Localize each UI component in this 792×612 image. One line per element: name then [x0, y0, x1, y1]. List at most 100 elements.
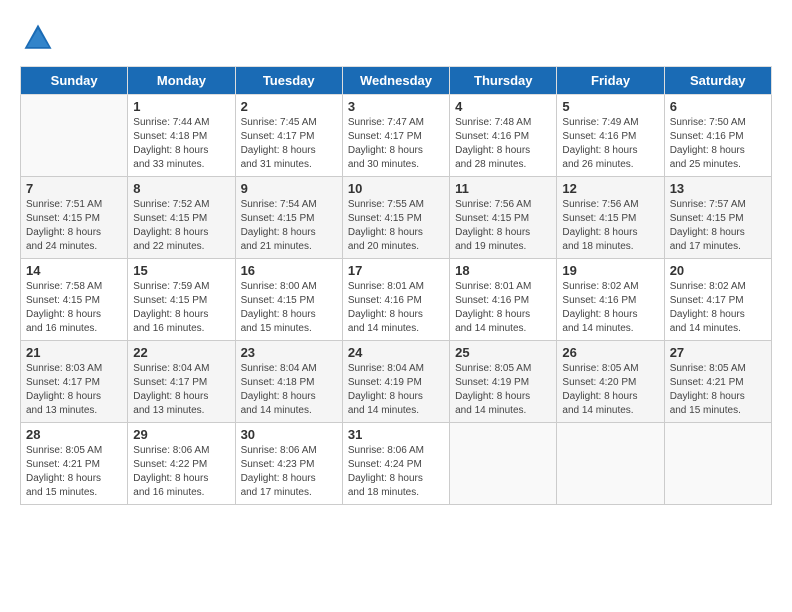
- day-number: 23: [241, 345, 337, 360]
- calendar-cell: 16Sunrise: 8:00 AM Sunset: 4:15 PM Dayli…: [235, 259, 342, 341]
- calendar-week-row: 28 Sunrise: 8:05 AM Sunset: 4:21 PM Dayli…: [21, 423, 772, 505]
- weekday-header-saturday: Saturday: [664, 67, 771, 95]
- day-number: 10: [348, 181, 444, 196]
- day-info: Sunrise: 8:06 AM Sunset: 4:24 PM Dayligh…: [348, 444, 444, 500]
- day-info: Sunrise: 8:05 AM Sunset: 4:21 PM Dayligh…: [26, 444, 122, 500]
- day-info: Sunrise: 7:56 AM Sunset: 4:15 PM Dayligh…: [562, 198, 658, 254]
- day-number: 14: [26, 263, 122, 278]
- calendar-cell: 2 Sunrise: 7:45 AM Sunset: 4:17 PM Daylig…: [235, 95, 342, 177]
- day-number: 13: [670, 181, 766, 196]
- day-number: 30: [241, 427, 337, 442]
- day-info: Sunrise: 7:48 AM Sunset: 4:16 PM Dayligh…: [455, 116, 551, 172]
- day-info: Sunrise: 7:55 AM Sunset: 4:15 PM Dayligh…: [348, 198, 444, 254]
- weekday-header-friday: Friday: [557, 67, 664, 95]
- day-info: Sunrise: 7:44 AM Sunset: 4:18 PM Dayligh…: [133, 116, 229, 172]
- day-info: Sunrise: 8:02 AM Sunset: 4:16 PM Dayligh…: [562, 280, 658, 336]
- day-info: Sunrise: 8:05 AM Sunset: 4:21 PM Dayligh…: [670, 362, 766, 418]
- day-info: Sunrise: 8:05 AM Sunset: 4:19 PM Dayligh…: [455, 362, 551, 418]
- day-info: Sunrise: 7:58 AM Sunset: 4:15 PM Dayligh…: [26, 280, 122, 336]
- day-number: 28: [26, 427, 122, 442]
- weekday-header-row: SundayMondayTuesdayWednesdayThursdayFrid…: [21, 67, 772, 95]
- calendar-cell: [450, 423, 557, 505]
- day-number: 4: [455, 99, 551, 114]
- day-number: 5: [562, 99, 658, 114]
- calendar-cell: 22Sunrise: 8:04 AM Sunset: 4:17 PM Dayli…: [128, 341, 235, 423]
- calendar-cell: 19 Sunrise: 8:02 AM Sunset: 4:16 PM Dayli…: [557, 259, 664, 341]
- day-number: 29: [133, 427, 229, 442]
- day-number: 24: [348, 345, 444, 360]
- day-info: Sunrise: 8:01 AM Sunset: 4:16 PM Dayligh…: [348, 280, 444, 336]
- weekday-header-sunday: Sunday: [21, 67, 128, 95]
- day-number: 20: [670, 263, 766, 278]
- calendar-cell: 28 Sunrise: 8:05 AM Sunset: 4:21 PM Dayli…: [21, 423, 128, 505]
- day-info: Sunrise: 7:47 AM Sunset: 4:17 PM Dayligh…: [348, 116, 444, 172]
- calendar-cell: 30 Sunrise: 8:06 AM Sunset: 4:23 PM Dayli…: [235, 423, 342, 505]
- calendar-cell: 5 Sunrise: 7:49 AM Sunset: 4:16 PM Daylig…: [557, 95, 664, 177]
- weekday-header-thursday: Thursday: [450, 67, 557, 95]
- day-number: 2: [241, 99, 337, 114]
- calendar-table: SundayMondayTuesdayWednesdayThursdayFrid…: [20, 66, 772, 505]
- calendar-cell: 26 Sunrise: 8:05 AM Sunset: 4:20 PM Dayli…: [557, 341, 664, 423]
- day-number: 25: [455, 345, 551, 360]
- day-info: Sunrise: 8:02 AM Sunset: 4:17 PM Dayligh…: [670, 280, 766, 336]
- day-info: Sunrise: 8:06 AM Sunset: 4:22 PM Dayligh…: [133, 444, 229, 500]
- calendar-cell: 31 Sunrise: 8:06 AM Sunset: 4:24 PM Dayli…: [342, 423, 449, 505]
- calendar-cell: 9Sunrise: 7:54 AM Sunset: 4:15 PM Daylig…: [235, 177, 342, 259]
- day-info: Sunrise: 7:49 AM Sunset: 4:16 PM Dayligh…: [562, 116, 658, 172]
- day-number: 7: [26, 181, 122, 196]
- calendar-cell: 3 Sunrise: 7:47 AM Sunset: 4:17 PM Daylig…: [342, 95, 449, 177]
- day-info: Sunrise: 7:56 AM Sunset: 4:15 PM Dayligh…: [455, 198, 551, 254]
- day-number: 17: [348, 263, 444, 278]
- calendar-cell: 1 Sunrise: 7:44 AM Sunset: 4:18 PM Daylig…: [128, 95, 235, 177]
- calendar-cell: 24 Sunrise: 8:04 AM Sunset: 4:19 PM Dayli…: [342, 341, 449, 423]
- day-info: Sunrise: 7:45 AM Sunset: 4:17 PM Dayligh…: [241, 116, 337, 172]
- calendar-cell: 27 Sunrise: 8:05 AM Sunset: 4:21 PM Dayli…: [664, 341, 771, 423]
- day-number: 11: [455, 181, 551, 196]
- calendar-cell: 7 Sunrise: 7:51 AM Sunset: 4:15 PM Daylig…: [21, 177, 128, 259]
- day-number: 16: [241, 263, 337, 278]
- calendar-cell: 18 Sunrise: 8:01 AM Sunset: 4:16 PM Dayli…: [450, 259, 557, 341]
- day-number: 6: [670, 99, 766, 114]
- day-info: Sunrise: 7:57 AM Sunset: 4:15 PM Dayligh…: [670, 198, 766, 254]
- day-number: 18: [455, 263, 551, 278]
- day-info: Sunrise: 8:01 AM Sunset: 4:16 PM Dayligh…: [455, 280, 551, 336]
- day-number: 15: [133, 263, 229, 278]
- weekday-header-wednesday: Wednesday: [342, 67, 449, 95]
- calendar-header: [20, 20, 772, 56]
- day-info: Sunrise: 8:04 AM Sunset: 4:18 PM Dayligh…: [241, 362, 337, 418]
- day-number: 9: [241, 181, 337, 196]
- day-number: 8: [133, 181, 229, 196]
- weekday-header-monday: Monday: [128, 67, 235, 95]
- calendar-cell: 13 Sunrise: 7:57 AM Sunset: 4:15 PM Dayli…: [664, 177, 771, 259]
- calendar-week-row: 1 Sunrise: 7:44 AM Sunset: 4:18 PM Daylig…: [21, 95, 772, 177]
- day-info: Sunrise: 8:04 AM Sunset: 4:19 PM Dayligh…: [348, 362, 444, 418]
- calendar-cell: 12 Sunrise: 7:56 AM Sunset: 4:15 PM Dayli…: [557, 177, 664, 259]
- day-number: 31: [348, 427, 444, 442]
- calendar-cell: 15 Sunrise: 7:59 AM Sunset: 4:15 PM Dayli…: [128, 259, 235, 341]
- calendar-cell: 8 Sunrise: 7:52 AM Sunset: 4:15 PM Daylig…: [128, 177, 235, 259]
- day-number: 27: [670, 345, 766, 360]
- logo: [20, 20, 62, 56]
- day-info: Sunrise: 8:05 AM Sunset: 4:20 PM Dayligh…: [562, 362, 658, 418]
- calendar-cell: [557, 423, 664, 505]
- calendar-week-row: 7 Sunrise: 7:51 AM Sunset: 4:15 PM Daylig…: [21, 177, 772, 259]
- day-number: 1: [133, 99, 229, 114]
- calendar-cell: [21, 95, 128, 177]
- day-info: Sunrise: 7:52 AM Sunset: 4:15 PM Dayligh…: [133, 198, 229, 254]
- day-number: 19: [562, 263, 658, 278]
- day-info: Sunrise: 7:59 AM Sunset: 4:15 PM Dayligh…: [133, 280, 229, 336]
- day-number: 3: [348, 99, 444, 114]
- calendar-cell: 14 Sunrise: 7:58 AM Sunset: 4:15 PM Dayli…: [21, 259, 128, 341]
- day-info: Sunrise: 7:51 AM Sunset: 4:15 PM Dayligh…: [26, 198, 122, 254]
- day-info: Sunrise: 7:50 AM Sunset: 4:16 PM Dayligh…: [670, 116, 766, 172]
- day-number: 22: [133, 345, 229, 360]
- day-info: Sunrise: 8:06 AM Sunset: 4:23 PM Dayligh…: [241, 444, 337, 500]
- calendar-cell: 20 Sunrise: 8:02 AM Sunset: 4:17 PM Dayli…: [664, 259, 771, 341]
- calendar-cell: 6 Sunrise: 7:50 AM Sunset: 4:16 PM Daylig…: [664, 95, 771, 177]
- day-number: 12: [562, 181, 658, 196]
- day-number: 26: [562, 345, 658, 360]
- calendar-cell: 4 Sunrise: 7:48 AM Sunset: 4:16 PM Daylig…: [450, 95, 557, 177]
- weekday-header-tuesday: Tuesday: [235, 67, 342, 95]
- calendar-cell: 17 Sunrise: 8:01 AM Sunset: 4:16 PM Dayli…: [342, 259, 449, 341]
- calendar-cell: 11 Sunrise: 7:56 AM Sunset: 4:15 PM Dayli…: [450, 177, 557, 259]
